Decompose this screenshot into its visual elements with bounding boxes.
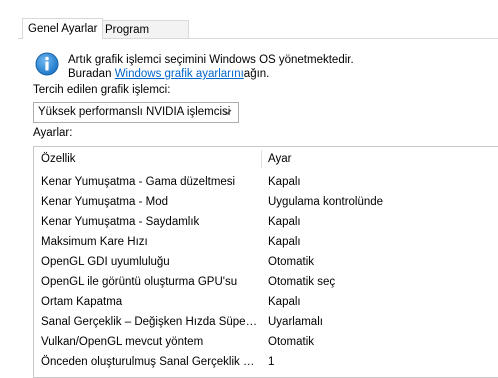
setting-cell: Otomatik bbox=[268, 336, 315, 348]
setting-cell: Otomatik bbox=[268, 256, 315, 268]
settings-list[interactable]: Özellik Ayar Kenar Yumuşatma - Gama düze… bbox=[33, 146, 498, 378]
column-header-feature[interactable]: Özellik bbox=[34, 147, 261, 171]
feature-cell: Vulkan/OpenGL mevcut yöntem bbox=[41, 336, 204, 348]
setting-cell: Otomatik seç bbox=[268, 276, 336, 288]
table-row[interactable]: Ortam Kapatma Kapalı bbox=[34, 292, 498, 312]
tab-general-settings[interactable]: Genel Ayarlar bbox=[22, 18, 104, 39]
table-row[interactable]: Maksimum Kare Hızı Kapalı bbox=[34, 232, 498, 252]
info-line-1: Artık grafik işlemci seçimini Windows OS… bbox=[68, 54, 354, 66]
feature-cell: OpenGL ile görüntü oluşturma GPU'su bbox=[41, 276, 238, 288]
feature-cell: Kenar Yumuşatma - Saydamlık bbox=[41, 216, 200, 228]
feature-cell: Önceden oluşturulmuş Sanal Gerçeklik kar… bbox=[41, 356, 260, 368]
feature-cell: Kenar Yumuşatma - Gama düzeltmesi bbox=[41, 176, 236, 188]
preferred-gpu-value: Yüksek performanslı NVIDIA işlemcisi bbox=[38, 106, 231, 118]
table-row[interactable]: OpenGL ile görüntü oluşturma GPU'su Otom… bbox=[34, 272, 498, 292]
table-row[interactable]: Kenar Yumuşatma - Gama düzeltmesi Kapalı bbox=[34, 172, 498, 192]
list-header: Özellik Ayar bbox=[34, 147, 498, 171]
table-row[interactable]: Önceden oluşturulmuş Sanal Gerçeklik kar… bbox=[34, 352, 498, 372]
feature-cell: OpenGL GDI uyumluluğu bbox=[41, 256, 170, 268]
feature-cell: Maksimum Kare Hızı bbox=[41, 236, 148, 248]
preferred-gpu-select[interactable]: Yüksek performanslı NVIDIA işlemcisi bbox=[33, 102, 239, 123]
setting-cell: Kapalı bbox=[268, 296, 301, 308]
windows-graphics-settings-link[interactable]: Windows grafik ayarlarını bbox=[115, 68, 244, 80]
info-icon bbox=[35, 52, 59, 76]
setting-cell: Kapalı bbox=[268, 176, 301, 188]
setting-cell: Uyarlamalı bbox=[268, 316, 323, 328]
feature-cell: Kenar Yumuşatma - Mod bbox=[41, 196, 168, 208]
table-row[interactable]: OpenGL GDI uyumluluğu Otomatik bbox=[34, 252, 498, 272]
table-row[interactable]: Vulkan/OpenGL mevcut yöntem Otomatik bbox=[34, 332, 498, 352]
tab-program-settings[interactable]: Program Ayarları bbox=[99, 20, 189, 54]
info-line-2-prefix: Buradan bbox=[68, 68, 115, 80]
setting-cell: Uygulama kontrolünde bbox=[268, 196, 384, 208]
settings-label: Ayarlar: bbox=[33, 127, 73, 139]
info-line-2: Buradan Windows grafik ayarlarınıağın. bbox=[68, 67, 354, 81]
table-row[interactable]: Kenar Yumuşatma - Saydamlık Kapalı bbox=[34, 212, 498, 232]
column-header-setting[interactable]: Ayar bbox=[261, 147, 498, 171]
table-row[interactable]: Kenar Yumuşatma - Mod Uygulama kontrolün… bbox=[34, 192, 498, 212]
chevron-down-icon bbox=[222, 109, 232, 115]
preferred-gpu-label: Tercih edilen grafik işlemci: bbox=[33, 84, 171, 96]
table-row[interactable]: Sanal Gerçeklik – Değişken Hızda Süper Ö… bbox=[34, 312, 498, 332]
tab-strip: Genel Ayarlar Program Ayarları bbox=[0, 0, 498, 54]
feature-cell: Ortam Kapatma bbox=[41, 296, 123, 308]
info-line-2-suffix: ağın. bbox=[243, 68, 270, 80]
setting-cell: 1 bbox=[268, 356, 275, 368]
setting-cell: Kapalı bbox=[268, 216, 301, 228]
setting-cell: Kapalı bbox=[268, 236, 301, 248]
feature-cell: Sanal Gerçeklik – Değişken Hızda Süper Ö… bbox=[41, 316, 260, 328]
info-message: Artık grafik işlemci seçimini Windows OS… bbox=[68, 53, 354, 81]
